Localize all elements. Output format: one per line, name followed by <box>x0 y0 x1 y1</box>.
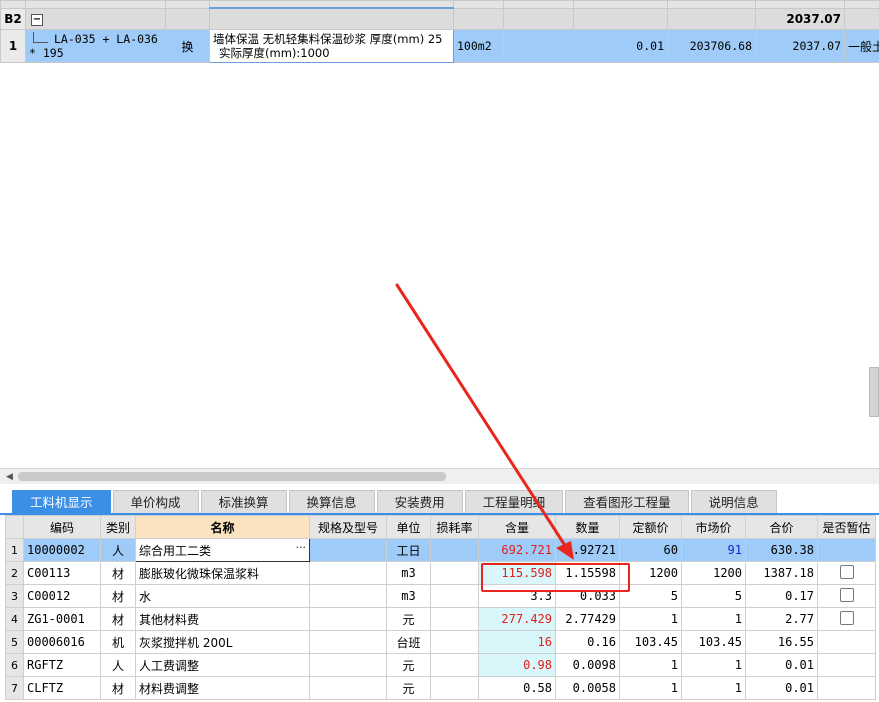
annotation-arrow-icon <box>395 283 574 560</box>
